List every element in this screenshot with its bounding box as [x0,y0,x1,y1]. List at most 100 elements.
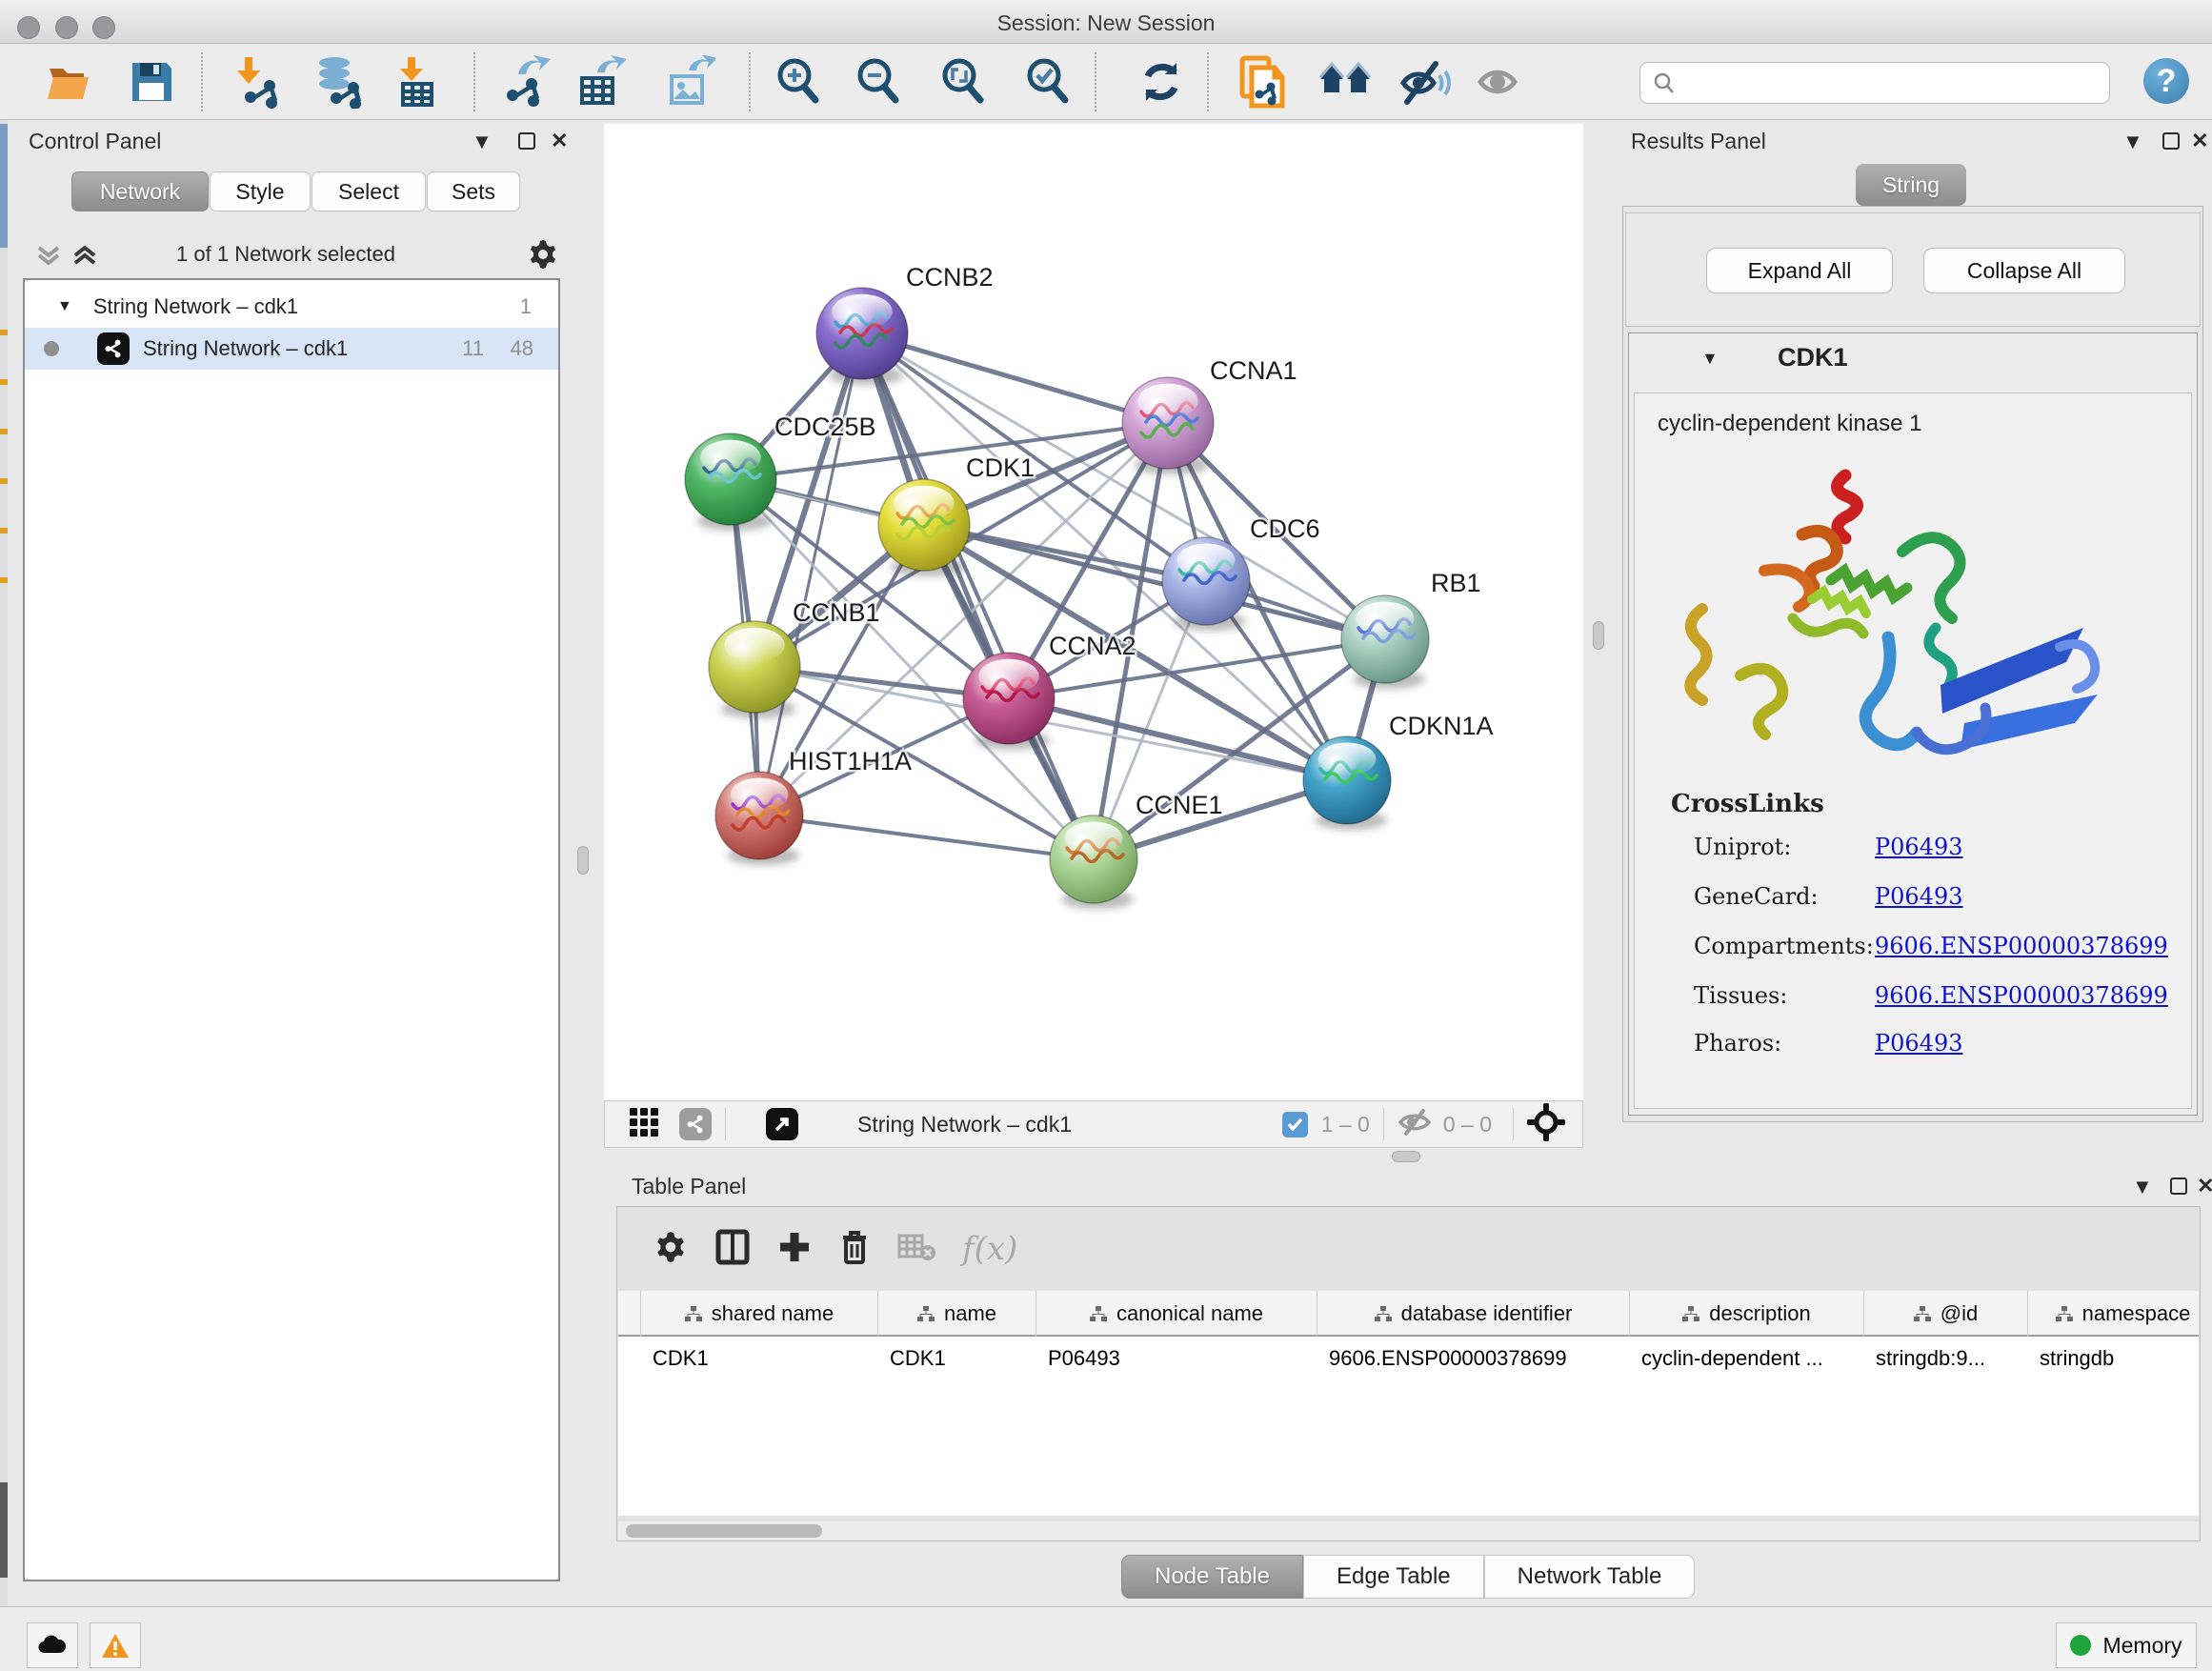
table-panel-float-icon[interactable] [2170,1178,2187,1195]
scrollbar-thumb[interactable] [626,1524,822,1538]
show-all-networks-icon[interactable] [1318,54,1374,110]
search-input[interactable] [1677,70,2086,95]
crosslink-link[interactable]: 9606.ENSP00000378699 [1875,982,2168,1009]
table-cell[interactable]: P06493 [1036,1339,1317,1379]
node-table[interactable]: shared namenamecanonical namedatabase id… [618,1291,2199,1516]
horizontal-splitter-handle[interactable] [1392,1151,1420,1162]
edge-CCNB2-CCNA1[interactable] [862,333,1168,423]
import-table-icon[interactable] [388,54,443,110]
node-CDKN1A[interactable] [1303,736,1391,830]
network-row[interactable]: String Network – cdk1 11 48 [25,328,558,370]
table-cell[interactable]: CDK1 [641,1339,878,1379]
tab-network-table[interactable]: Network Table [1484,1555,1696,1599]
edge-CCNB2-CCNE1[interactable] [862,333,1094,859]
table-panel-close-icon[interactable]: ✕ [2197,1174,2212,1198]
expand-all-button[interactable]: Expand All [1706,248,1893,293]
export-table-icon[interactable] [573,54,628,110]
table-panel-collapse-icon[interactable]: ▼ [2132,1175,2153,1199]
import-network-file-icon[interactable] [230,54,285,110]
collapse-all-button[interactable]: Collapse All [1923,248,2125,293]
column-type-icon [917,1306,935,1322]
table-cell[interactable]: stringdb [2028,1339,2199,1379]
save-session-icon[interactable] [124,54,179,110]
add-column-icon[interactable] [777,1230,812,1269]
results-panel-float-icon[interactable] [2162,132,2180,150]
column-header-shared-name[interactable]: shared name [641,1291,878,1337]
crosslink-link[interactable]: 9606.ENSP00000378699 [1875,933,2168,959]
column-header-canonical-name[interactable]: canonical name [1036,1291,1317,1337]
table-cell[interactable]: cyclin-dependent ... [1630,1339,1864,1379]
copy-style-icon[interactable] [1235,54,1290,110]
network-canvas[interactable]: CCNB2CCNA1CDC25BCDK1CDC6RB1CCNB1CCNA2CDK… [604,124,1583,1100]
node-CDK1[interactable] [878,479,970,576]
memory-button[interactable]: Memory [2056,1622,2197,1668]
warnings-button[interactable] [90,1622,141,1668]
column-type-icon [1914,1306,1931,1322]
export-network-icon[interactable] [497,54,553,110]
crosslink-link[interactable]: P06493 [1875,834,1963,860]
hide-selected-icon[interactable] [1398,54,1454,110]
open-in-browser-icon[interactable] [766,1108,798,1140]
column-header-database-identifier[interactable]: database identifier [1317,1291,1630,1337]
show-hidden-eye-icon[interactable] [1475,54,1530,110]
delete-column-trash-icon[interactable] [838,1229,871,1270]
crosslink-link[interactable]: P06493 [1875,883,1963,910]
string-style-icon[interactable] [679,1108,712,1140]
center-view-crosshair-icon[interactable] [1527,1103,1565,1146]
zoom-fit-icon[interactable] [936,54,992,110]
network-options-gear-icon[interactable] [527,238,559,275]
warning-icon [101,1633,130,1659]
control-panel-close-icon[interactable]: ✕ [551,129,568,153]
table-gear-icon[interactable] [654,1230,688,1269]
tab-style[interactable]: Style [210,171,311,211]
node-HIST1H1A[interactable] [715,772,803,865]
crosslink-link[interactable]: P06493 [1875,1030,1963,1057]
node-CDC6[interactable] [1162,537,1250,631]
hidden-eye-icon[interactable] [1398,1108,1432,1141]
help-button[interactable]: ? [2143,58,2189,104]
results-panel-collapse-icon[interactable]: ▼ [2122,130,2143,154]
results-panel-close-icon[interactable]: ✕ [2191,129,2208,153]
open-session-icon[interactable] [41,54,96,110]
show-columns-icon[interactable] [714,1229,751,1270]
selected-checkbox-icon[interactable] [1282,1112,1308,1137]
column-header--id[interactable]: @id [1864,1291,2028,1337]
netbar-divider [725,1108,726,1140]
table-cell[interactable]: stringdb:9... [1864,1339,2028,1379]
collection-expand-arrow-icon[interactable]: ▼ [57,298,72,315]
table-cell[interactable]: 9606.ENSP00000378699 [1317,1339,1630,1379]
network-collection-row[interactable]: ▼ String Network – cdk1 1 [25,286,558,328]
import-network-database-icon[interactable] [312,54,368,110]
refresh-icon[interactable] [1134,54,1189,110]
edge-CCNB2-HIST1H1A[interactable] [759,333,862,815]
zoom-in-icon[interactable] [772,54,827,110]
birdseye-grid-icon[interactable] [628,1106,660,1143]
node-CDC25B[interactable] [685,433,776,531]
zoom-selected-icon[interactable] [1021,54,1076,110]
edge-HIST1H1A-CCNE1[interactable] [759,815,1094,859]
control-panel-float-icon[interactable] [518,132,535,150]
zoom-out-icon[interactable] [852,54,907,110]
node-CCNA1[interactable] [1122,377,1214,474]
table-cell[interactable]: CDK1 [878,1339,1036,1379]
node-CCNE1[interactable] [1050,815,1137,909]
column-header-description[interactable]: description [1630,1291,1864,1337]
cloud-button[interactable] [27,1622,78,1668]
node-CCNB1[interactable] [709,621,800,718]
control-panel-collapse-icon[interactable]: ▼ [472,130,493,154]
protein-expand-arrow-icon[interactable]: ▼ [1701,349,1719,369]
left-splitter-handle[interactable] [577,846,589,875]
table-horizontal-scrollbar[interactable] [618,1521,2199,1540]
tab-network[interactable]: Network [71,171,209,211]
tab-edge-table[interactable]: Edge Table [1303,1555,1484,1599]
tab-node-table[interactable]: Node Table [1121,1555,1303,1599]
crosslink-label: Tissues: [1694,982,1787,1009]
column-header-name[interactable]: name [878,1291,1036,1337]
tab-select[interactable]: Select [312,171,426,211]
column-header-namespace[interactable]: namespace [2028,1291,2199,1337]
tab-sets[interactable]: Sets [427,171,520,211]
results-tab-string[interactable]: String [1856,164,1966,206]
right-splitter-handle[interactable] [1593,621,1604,650]
export-image-icon[interactable] [662,54,717,110]
node-RB1[interactable] [1341,595,1429,689]
